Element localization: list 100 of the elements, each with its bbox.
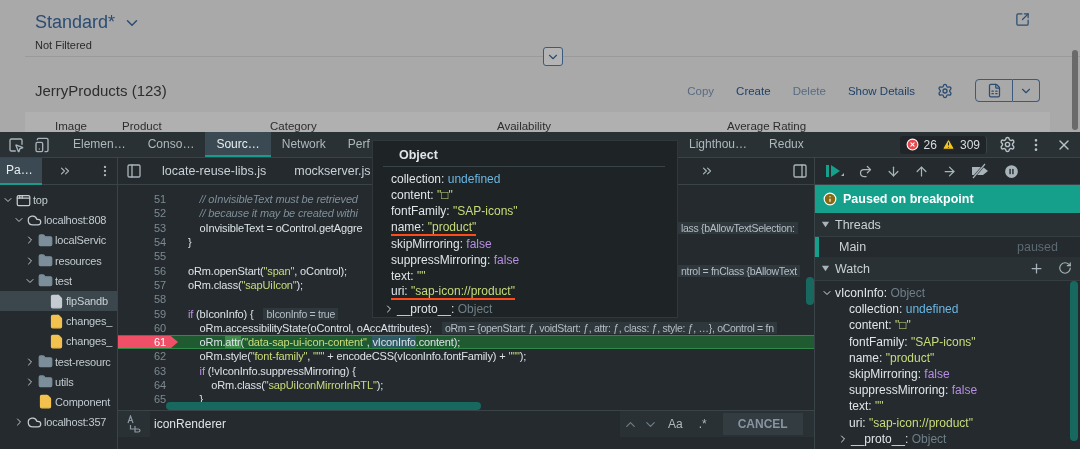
panel-tab[interactable]: Sourc… (205, 132, 271, 157)
sidebar-toggle-icon[interactable] (126, 163, 142, 179)
share-icon[interactable] (1015, 12, 1030, 27)
step-out-icon[interactable] (914, 163, 929, 179)
column-header[interactable]: Product (122, 120, 270, 132)
navigator-tab[interactable]: Pa… (0, 158, 42, 185)
panel-tab[interactable]: Network (270, 132, 337, 157)
line-number[interactable]: 65 (118, 393, 178, 406)
spreadsheet-icon[interactable] (986, 83, 1002, 98)
file-tab[interactable]: locate-reuse-libs.js (152, 164, 277, 178)
code-line: oRm.class("sapUiIcon"); (187, 278, 303, 291)
issue-counter[interactable]: 26 309 (899, 135, 987, 154)
scrollbar[interactable] (1072, 50, 1078, 130)
line-number[interactable]: 59 (118, 307, 178, 320)
triangle-icon[interactable] (821, 220, 830, 229)
tree-item[interactable]: test-resourc (0, 351, 117, 372)
code-line: oRm.class("sapUiIconMirrorInRTL"); (210, 379, 384, 391)
folder-icon (38, 253, 53, 269)
tree-item[interactable]: changes_ (0, 331, 117, 352)
watch-section-header[interactable]: Watch (815, 257, 1080, 281)
step-over-icon[interactable] (858, 163, 873, 179)
line-number[interactable]: 56 (118, 264, 178, 277)
tree-item[interactable]: localhost:808 (0, 210, 117, 231)
tree-item[interactable]: flpSandb (0, 290, 117, 312)
resume-icon[interactable] (825, 163, 845, 179)
file-tab[interactable]: mockserver.js (284, 164, 381, 178)
table-title: JerryProducts (123) (35, 82, 167, 99)
line-number[interactable]: 63 (118, 364, 178, 377)
line-number[interactable]: 54 (118, 235, 178, 249)
column-header[interactable]: Category (270, 120, 497, 132)
tree-item[interactable]: localServic (0, 230, 117, 251)
scrollbar[interactable] (806, 277, 814, 305)
watch-property: suppressMirroring: false (849, 383, 978, 398)
object-property[interactable]: __proto__: Object (397, 301, 493, 316)
refresh-icon[interactable] (1058, 261, 1072, 275)
column-header[interactable]: Average Rating (727, 120, 1050, 132)
more-tabs-icon[interactable] (58, 164, 72, 178)
toolbar-button[interactable]: Show Details (847, 84, 915, 97)
folder-icon (38, 374, 53, 390)
search-field[interactable]: iconRenderer (150, 411, 620, 437)
file-icon (49, 293, 64, 309)
dropdown-button[interactable] (1013, 79, 1040, 102)
line-number[interactable]: 60 (118, 321, 178, 334)
line-number[interactable]: 58 (118, 293, 178, 306)
match-case-button[interactable]: Aa (660, 417, 691, 431)
window-icon (16, 192, 31, 208)
watch-expression[interactable]: vIconInfo: Object (835, 286, 926, 301)
line-number[interactable]: 57 (118, 278, 178, 292)
code-line: if (!vIconInfo.suppressMirroring) { (198, 364, 356, 377)
panel-tab[interactable]: Conso… (136, 132, 206, 157)
threads-section-header[interactable]: Threads (815, 213, 1080, 237)
panel-tab[interactable]: Redux (758, 132, 815, 157)
file-icon (49, 333, 64, 349)
triangle-icon[interactable] (821, 264, 830, 273)
tree-item[interactable]: utils (0, 371, 117, 392)
tree-item[interactable]: top (0, 190, 117, 211)
tree-item[interactable]: test (0, 270, 117, 291)
inspect-icon[interactable] (8, 136, 24, 153)
tree-item[interactable]: changes_ (0, 311, 117, 332)
more-tabs-icon[interactable] (700, 164, 714, 178)
line-number[interactable]: 51 (118, 193, 178, 206)
sidebar-toggle-icon[interactable] (792, 163, 808, 179)
pause-icon[interactable] (1003, 162, 1020, 180)
scrollbar[interactable] (1070, 281, 1078, 441)
watch-property: content: "□" (849, 318, 911, 333)
line-number[interactable]: 53 (118, 221, 178, 234)
variant-selector[interactable]: Standard* (35, 12, 142, 33)
replace-icon[interactable] (126, 415, 142, 433)
step-into-icon[interactable] (886, 163, 901, 179)
device-icon[interactable] (34, 136, 50, 153)
settings-icon[interactable] (937, 82, 953, 99)
watch-property[interactable]: __proto__: Object (851, 431, 947, 446)
line-number[interactable]: 52 (118, 207, 178, 220)
code-line: // because it may be created withi (198, 207, 358, 220)
settings-icon[interactable] (999, 136, 1016, 153)
paused-status: Paused on breakpoint (843, 192, 974, 206)
column-header[interactable]: Availability (497, 120, 727, 132)
tree-item[interactable]: localhost:357 (0, 412, 117, 433)
panel-tab[interactable]: Elemen… (62, 132, 137, 157)
cancel-button[interactable]: CANCEL (722, 413, 803, 435)
column-header[interactable]: Image (55, 120, 122, 132)
toolbar-button[interactable]: Create (736, 84, 771, 97)
line-number[interactable]: 55 (118, 250, 178, 263)
watch-property: collection: undefined (849, 302, 959, 317)
code-line: oRm.openStart("span", oControl); (187, 264, 347, 277)
line-number[interactable]: 64 (118, 378, 178, 392)
scrollbar[interactable] (166, 402, 481, 410)
line-number[interactable]: 61 (118, 335, 178, 349)
step-icon[interactable] (942, 163, 957, 179)
line-number[interactable]: 62 (118, 350, 178, 363)
watch-property: text: "" (849, 399, 884, 414)
panel-tab[interactable]: Perf (336, 132, 381, 157)
regex-button[interactable]: .* (690, 417, 715, 431)
tree-item[interactable]: resources (0, 250, 117, 271)
export-button[interactable] (975, 79, 1013, 102)
deactivate-breakpoints-icon[interactable] (970, 163, 990, 179)
panel-tab[interactable]: Lighthou… (678, 132, 759, 157)
tree-item[interactable]: Component (0, 391, 117, 413)
thread-state: paused (1017, 240, 1058, 254)
add-icon[interactable] (1029, 261, 1044, 276)
